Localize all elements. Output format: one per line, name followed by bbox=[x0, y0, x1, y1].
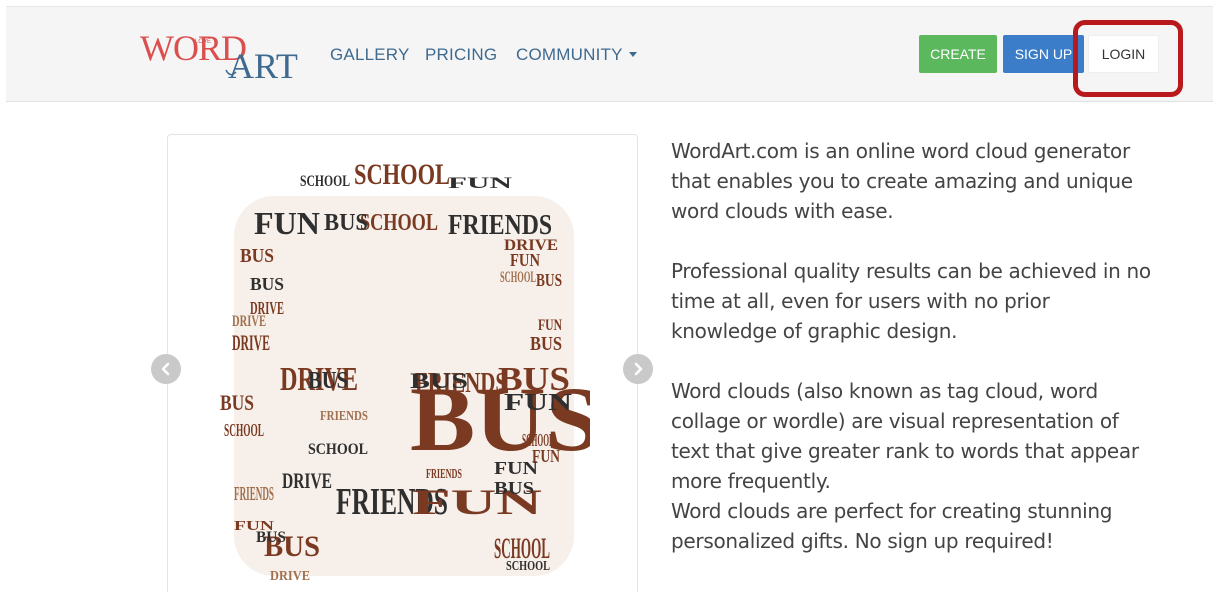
word-cloud-word: DRIVE bbox=[504, 237, 558, 254]
word-cloud-word: SCHOOL bbox=[354, 158, 450, 191]
carousel-prev-button[interactable] bbox=[151, 354, 181, 384]
word-cloud-word: SCHOOL bbox=[300, 173, 350, 190]
word-cloud-word: FRIENDS bbox=[320, 409, 368, 424]
word-cloud-word: BUS bbox=[410, 368, 468, 393]
word-cloud-word: FRIENDS bbox=[426, 467, 462, 482]
word-cloud-word: FUN bbox=[532, 446, 560, 466]
nav-gallery-link[interactable]: GALLERY bbox=[330, 45, 410, 65]
word-cloud-word: BUS bbox=[324, 210, 368, 236]
description-paragraph-2: Professional quality results can be achi… bbox=[671, 259, 1151, 343]
word-cloud-word: SCHOOL bbox=[308, 441, 368, 458]
description-paragraph-1: WordArt.com is an online word cloud gene… bbox=[671, 139, 1133, 223]
word-cloud-word: FUN bbox=[538, 317, 562, 334]
chevron-left-icon bbox=[161, 362, 170, 376]
word-cloud-word: FUN bbox=[448, 175, 513, 192]
logo-tiny-text: LOVE bbox=[195, 39, 211, 45]
word-cloud-word: SCHOOL bbox=[500, 269, 536, 286]
chevron-right-icon bbox=[634, 362, 643, 376]
signup-button[interactable]: SIGN UP bbox=[1003, 35, 1084, 73]
word-cloud-word: FRIENDS bbox=[234, 483, 274, 505]
word-cloud-word: DRIVE bbox=[232, 330, 270, 355]
nav-community-dropdown[interactable]: COMMUNITY bbox=[516, 45, 637, 65]
word-cloud-word: SCHOOL bbox=[224, 420, 264, 440]
nav-pricing-link[interactable]: PRICING bbox=[425, 45, 497, 65]
description-paragraph-3: Word clouds (also known as tag cloud, wo… bbox=[671, 379, 1139, 493]
description-paragraph-4: Word clouds are perfect for creating stu… bbox=[671, 499, 1113, 553]
word-cloud-word: BUS bbox=[240, 245, 274, 267]
word-cloud-word: BUS bbox=[308, 368, 348, 394]
word-cloud-word: SCHOOL bbox=[360, 210, 438, 236]
word-cloud-word: DRIVE bbox=[282, 468, 332, 493]
word-cloud-word: BUS bbox=[536, 270, 562, 290]
word-cloud-word: DRIVE bbox=[232, 313, 266, 330]
nav-community-label: COMMUNITY bbox=[516, 45, 623, 64]
word-cloud-word: BUS bbox=[250, 274, 284, 294]
word-cloud-word: BUS bbox=[256, 529, 286, 546]
wordart-logo[interactable]: WORD LOVE ART bbox=[138, 26, 308, 82]
create-button[interactable]: CREATE bbox=[919, 35, 997, 73]
caret-down-icon bbox=[628, 52, 637, 57]
word-cloud-word: FUN bbox=[254, 205, 320, 241]
word-cloud-word: BUS bbox=[220, 390, 254, 415]
word-cloud-word: BUS bbox=[530, 333, 562, 355]
login-highlight-annotation bbox=[1073, 20, 1183, 97]
word-cloud-word: FUN bbox=[504, 390, 573, 416]
carousel-next-button[interactable] bbox=[623, 354, 653, 384]
logo-art-text: ART bbox=[228, 46, 298, 82]
word-cloud-word: BUS bbox=[494, 478, 534, 498]
bus-word-cloud: BUS SCHOOL FUN DRIVE FRIENDS BUS SCHOOL FRIENDS… bbox=[220, 150, 600, 592]
word-cloud-word: DRIVE bbox=[270, 569, 310, 584]
word-cloud-image: BUSSCHOOLFUNDRIVE FRIENDSBUSSCHOOL FRIENDS… bbox=[220, 158, 600, 584]
word-cloud-word: SCHOOL bbox=[506, 559, 550, 574]
